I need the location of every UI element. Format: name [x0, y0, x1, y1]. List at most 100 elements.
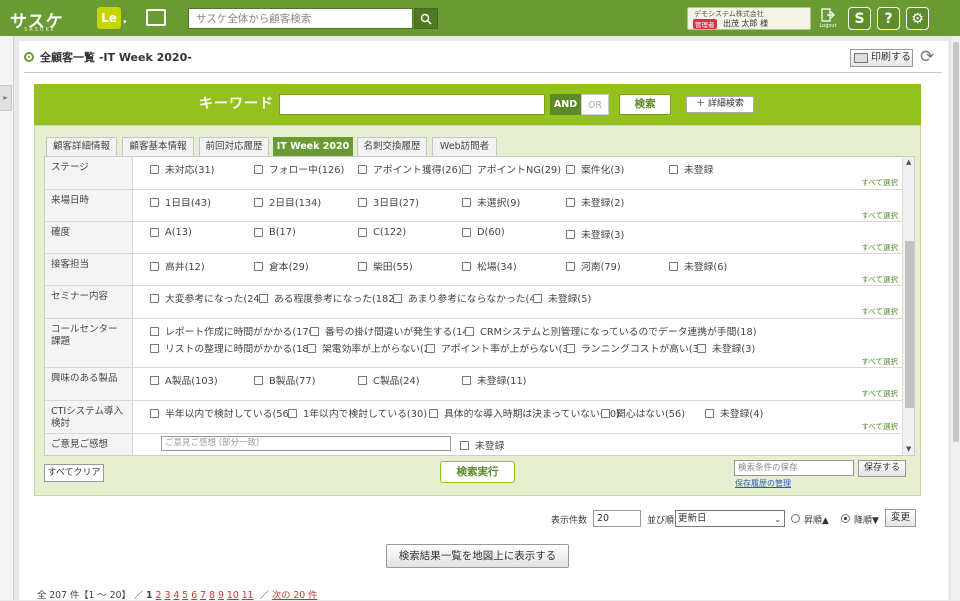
page-link[interactable]: 8 [209, 590, 215, 601]
sort-select[interactable]: 更新日 ⌄ [675, 510, 785, 527]
checkbox[interactable] [150, 326, 159, 336]
checkbox[interactable] [150, 375, 159, 385]
checkbox-option[interactable]: 未登録(6) [669, 259, 727, 273]
select-all-link[interactable]: すべて選択 [861, 274, 898, 285]
checkbox[interactable] [426, 343, 435, 353]
sasuke-home-button[interactable]: S [848, 7, 871, 30]
checkbox[interactable] [566, 164, 575, 174]
tab-it-week-2020[interactable]: IT Week 2020 [273, 137, 353, 156]
checkbox[interactable] [566, 261, 575, 271]
page-link[interactable]: 10 [227, 590, 239, 601]
sidebar-toggle-tab[interactable]: ▸ [0, 85, 12, 111]
clear-all-button[interactable]: すべてクリア [44, 464, 104, 482]
checkbox[interactable] [254, 197, 263, 207]
keyword-search-button[interactable]: 検索 [619, 94, 671, 115]
checkbox[interactable] [310, 326, 319, 336]
checkbox-option[interactable]: 未登録(4) [705, 406, 763, 420]
checkbox-option[interactable]: レポート作成に時間がかかる(170) [150, 324, 319, 338]
checkbox-option[interactable]: 未選択(9) [462, 195, 520, 209]
checkbox[interactable] [150, 164, 159, 174]
next-page-link[interactable]: 次の 20 件 [272, 590, 318, 601]
checkbox-option[interactable]: 未対応(31) [150, 162, 215, 176]
checkbox-option[interactable]: 未登録 [460, 438, 504, 452]
page-link[interactable]: 5 [182, 590, 188, 601]
select-all-link[interactable]: すべて選択 [861, 242, 898, 253]
checkbox-option[interactable]: 番号の掛け間違いが発生する(14) [310, 324, 472, 338]
settings-gear-button[interactable]: ⚙ [906, 7, 929, 30]
tab-business-card-history[interactable]: 名刺交換履歴 [357, 137, 427, 156]
save-condition-input[interactable]: 検索条件の保存 [734, 460, 854, 476]
checkbox-option[interactable]: リストの整理に時間がかかる(18) [150, 341, 312, 355]
checkbox-option[interactable]: 高井(12) [150, 259, 205, 273]
checkbox-option[interactable]: D(60) [462, 227, 505, 238]
page-link[interactable]: 7 [200, 590, 206, 601]
keyword-input[interactable] [279, 94, 545, 115]
select-all-link[interactable]: すべて選択 [861, 306, 898, 317]
checkbox-option[interactable]: 未登録(3) [697, 341, 755, 355]
checkbox-option[interactable]: C製品(24) [358, 373, 420, 387]
tab-web-visitors[interactable]: Web訪問者 [432, 137, 497, 156]
checkbox[interactable] [150, 197, 159, 207]
checkbox[interactable] [697, 343, 706, 353]
checkbox[interactable] [358, 375, 367, 385]
scrollbar-thumb[interactable] [905, 241, 914, 408]
select-all-link[interactable]: すべて選択 [861, 356, 898, 367]
tab-customer-basic[interactable]: 顧客基本情報 [122, 137, 194, 156]
checkbox-option[interactable]: 架電効率が上がらない(2) [307, 341, 434, 355]
checkbox[interactable] [150, 261, 159, 271]
chat-icon[interactable] [146, 9, 166, 26]
checkbox[interactable] [150, 228, 159, 237]
checkbox[interactable] [669, 164, 678, 174]
scroll-up-arrow-icon[interactable]: ▲ [906, 158, 911, 166]
page-link[interactable]: 9 [218, 590, 224, 601]
checkbox-option[interactable]: A(13) [150, 227, 192, 238]
checkbox[interactable] [705, 408, 714, 418]
checkbox[interactable] [259, 293, 268, 303]
select-all-link[interactable]: すべて選択 [861, 177, 898, 188]
checkbox[interactable] [462, 197, 471, 207]
checkbox[interactable] [462, 261, 471, 271]
page-link[interactable]: 11 [242, 590, 254, 601]
checkbox-option[interactable]: 柴田(55) [358, 259, 413, 273]
checkbox-option[interactable]: 河南(79) [566, 259, 621, 273]
checkbox[interactable] [393, 293, 402, 303]
refresh-icon[interactable]: ⟳ [920, 47, 934, 67]
checkbox-option[interactable]: 1年以内で検討している(30) [288, 406, 427, 420]
checkbox[interactable] [288, 408, 297, 418]
asc-radio[interactable] [791, 514, 800, 523]
checkbox-option[interactable]: アポイントNG(29) [462, 162, 561, 176]
checkbox-option[interactable]: A製品(103) [150, 373, 218, 387]
page-link[interactable]: 6 [191, 590, 197, 601]
checkbox-option[interactable]: アポイント率が上がらない(3) [426, 341, 572, 355]
checkbox[interactable] [462, 228, 471, 237]
logout-button[interactable]: Logout [815, 6, 841, 32]
checkbox-option[interactable]: 未登録(2) [566, 195, 624, 209]
checkbox[interactable] [533, 293, 542, 303]
checkbox-option[interactable]: フォロー中(126) [254, 162, 344, 176]
checkbox-option[interactable]: 未登録 [669, 162, 713, 176]
change-button[interactable]: 変更 [885, 509, 916, 527]
opinion-input[interactable]: ご意見ご感想 (部分一致) [161, 436, 451, 451]
display-count-input[interactable]: 20 [593, 510, 641, 527]
checkbox[interactable] [150, 408, 159, 418]
advanced-search-button[interactable]: ＋ 詳細検索 [686, 96, 754, 113]
or-toggle[interactable]: OR [581, 94, 609, 115]
checkbox[interactable] [254, 375, 263, 385]
checkbox-option[interactable]: ある程度参考になった(182) [259, 291, 398, 305]
checkbox[interactable] [462, 164, 471, 174]
scroll-down-arrow-icon[interactable]: ▼ [906, 445, 911, 453]
checkbox[interactable] [566, 197, 575, 207]
checkbox[interactable] [566, 343, 575, 353]
checkbox[interactable] [566, 229, 575, 239]
help-button[interactable]: ? [877, 7, 900, 30]
checkbox-option[interactable]: 1日目(43) [150, 195, 211, 209]
checkbox-option[interactable]: 具体的な導入時期は決まっていない(70) [429, 406, 620, 420]
checkbox[interactable] [150, 343, 159, 353]
checkbox-option[interactable]: 未登録(11) [462, 373, 527, 387]
tab-customer-detail[interactable]: 顧客詳細情報 [46, 137, 117, 156]
checkbox-option[interactable]: 未登録(5) [533, 291, 591, 305]
checkbox[interactable] [358, 197, 367, 207]
checkbox-option[interactable]: 案件化(3) [566, 162, 624, 176]
checkbox-option[interactable]: 倉本(29) [254, 259, 309, 273]
page-scrollbar-thumb[interactable] [953, 42, 959, 442]
